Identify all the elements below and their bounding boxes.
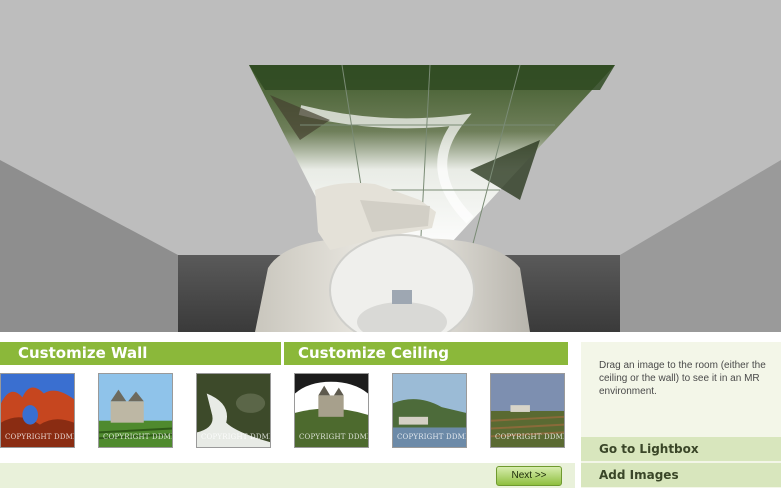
add-images-button[interactable]: Add Images [581, 463, 781, 487]
watermark: COPYRIGHT DDMN [5, 433, 75, 441]
next-button[interactable]: Next >> [496, 466, 562, 486]
mr-room-preview[interactable] [0, 0, 781, 332]
thumbnail-castle-vineyard[interactable]: COPYRIGHT DDMN [98, 373, 173, 448]
thumbnail-waterfall[interactable]: COPYRIGHT DDMN [196, 373, 271, 448]
tab-customize-ceiling[interactable]: Customize Ceiling [284, 342, 568, 365]
watermark: COPYRIGHT DDMN [103, 433, 173, 441]
thumbnail-river-town[interactable]: COPYRIGHT DDMN [392, 373, 467, 448]
watermark: COPYRIGHT DDMN [299, 433, 369, 441]
watermark: COPYRIGHT DDMN [201, 433, 271, 441]
thumbnail-castle-hill[interactable]: COPYRIGHT DDMN [294, 373, 369, 448]
thumbnail-vineyard-field[interactable]: COPYRIGHT DDMN [490, 373, 565, 448]
image-strip: COPYRIGHT DDMN COPYRIGHT DDMN COPYRIGHT … [0, 367, 568, 461]
watermark: COPYRIGHT DDMN [495, 433, 565, 441]
bottom-bar [0, 463, 575, 488]
watermark: COPYRIGHT DDMN [397, 433, 467, 441]
go-to-lightbox-button[interactable]: Go to Lightbox [581, 437, 781, 461]
instructions-text: Drag an image to the room (either the ce… [599, 360, 766, 397]
thumbnail-red-rock[interactable]: COPYRIGHT DDMN [0, 373, 75, 448]
tab-customize-wall[interactable]: Customize Wall [0, 342, 281, 365]
